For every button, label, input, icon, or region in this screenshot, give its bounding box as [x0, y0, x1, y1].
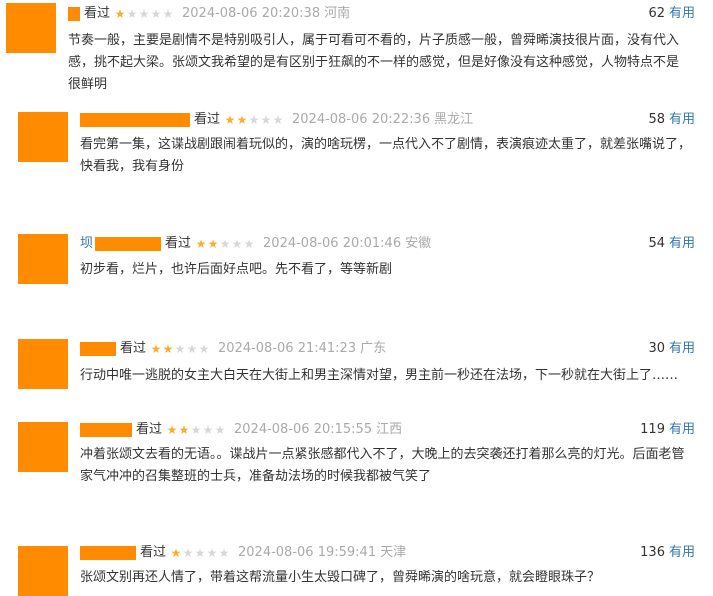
vote-block: 58 有用 [648, 111, 695, 129]
star-filled-icon: ★ [114, 7, 126, 21]
username-mask[interactable] [68, 7, 80, 21]
star-empty-icon: ★ [162, 7, 174, 21]
rating-stars: ★ ★ ★ ★ ★ [170, 547, 230, 559]
vote-block: 30 有用 [648, 340, 695, 358]
comment-meta: 看过 ★ ★ ★ ★ ★ 2024-08-06 20:15:55 江西 [80, 421, 402, 439]
star-empty-icon: ★ [260, 113, 272, 127]
comment-meta: 看过 ★ ★ ★ ★ ★ 2024-08-06 20:20:38 河南 [68, 5, 350, 23]
useful-button[interactable]: 有用 [669, 341, 695, 356]
watched-label: 看过 [140, 545, 167, 560]
avatar[interactable] [18, 339, 68, 389]
comment-time: 2024-08-06 20:22:36 [292, 112, 431, 127]
comment-meta: 看过 ★ ★ ★ ★ ★ 2024-08-06 19:59:41 天津 [80, 544, 406, 562]
star-filled-icon: ★ [207, 237, 219, 251]
star-empty-icon: ★ [218, 546, 230, 560]
username-mask[interactable] [80, 113, 190, 127]
useful-button[interactable]: 有用 [669, 422, 695, 437]
comment-time: 2024-08-06 20:01:46 [263, 236, 402, 251]
comment-meta: 看过 ★ ★ ★ ★ ★ 2024-08-06 21:41:23 广东 [80, 340, 386, 358]
star-empty-icon: ★ [248, 113, 260, 127]
star-empty-icon: ★ [243, 237, 255, 251]
vote-count: 119 [640, 422, 665, 437]
watched-label: 看过 [194, 112, 221, 127]
star-empty-icon: ★ [194, 546, 206, 560]
star-empty-icon: ★ [190, 423, 202, 437]
comment-location: 江西 [376, 422, 403, 437]
vote-count: 136 [640, 545, 665, 560]
comment-location: 黑龙江 [434, 112, 474, 127]
comment-time: 2024-08-06 21:41:23 [218, 341, 357, 356]
star-empty-icon: ★ [231, 237, 243, 251]
watched-label: 看过 [165, 236, 192, 251]
star-empty-icon: ★ [206, 546, 218, 560]
vote-block: 54 有用 [648, 235, 695, 253]
star-filled-icon: ★ [170, 546, 182, 560]
useful-button[interactable]: 有用 [669, 6, 695, 21]
comment-meta: 看过 ★ ★ ★ ★ ★ 2024-08-06 20:22:36 黑龙江 [80, 111, 473, 129]
star-empty-icon: ★ [126, 7, 138, 21]
useful-button[interactable]: 有用 [669, 236, 695, 251]
star-empty-icon: ★ [219, 237, 231, 251]
comment-text: 张颂文别再还人情了，带着这帮流量小生太毁口碑了，曾舜晞演的啥玩意，就会瞪眼珠子？ [80, 570, 601, 585]
useful-button[interactable]: 有用 [669, 112, 695, 127]
star-empty-icon: ★ [182, 546, 194, 560]
rating-stars: ★ ★ ★ ★ ★ [150, 343, 210, 355]
star-filled-icon: ★ [178, 423, 190, 437]
useful-button[interactable]: 有用 [669, 545, 695, 560]
vote-count: 30 [648, 341, 665, 356]
avatar[interactable] [18, 422, 68, 472]
vote-count: 62 [648, 6, 665, 21]
watched-label: 看过 [136, 422, 163, 437]
comment-text: 初步看，烂片，也许后面好点吧。先不看了，等等新剧 [80, 262, 393, 277]
star-filled-icon: ★ [224, 113, 236, 127]
star-filled-icon: ★ [166, 423, 178, 437]
star-empty-icon: ★ [150, 7, 162, 21]
star-filled-icon: ★ [150, 342, 162, 356]
star-empty-icon: ★ [174, 342, 186, 356]
vote-block: 62 有用 [648, 5, 695, 23]
star-filled-icon: ★ [195, 237, 207, 251]
comment-location: 天津 [380, 545, 407, 560]
vote-count: 54 [648, 236, 665, 251]
comment-location: 河南 [324, 6, 351, 21]
username-mask[interactable] [80, 423, 132, 437]
vote-count: 58 [648, 112, 665, 127]
vote-block: 119 有用 [640, 421, 695, 439]
comment-time: 2024-08-06 20:20:38 [182, 6, 321, 21]
comment-time: 2024-08-06 19:59:41 [238, 545, 377, 560]
star-filled-icon: ★ [236, 113, 248, 127]
comment-location: 广东 [360, 341, 387, 356]
star-empty-icon: ★ [186, 342, 198, 356]
vote-block: 136 有用 [640, 544, 695, 562]
watched-label: 看过 [120, 341, 147, 356]
star-empty-icon: ★ [138, 7, 150, 21]
watched-label: 看过 [84, 6, 111, 21]
username-mask[interactable] [95, 237, 162, 251]
avatar[interactable] [18, 234, 68, 284]
comment-text: 冲着张颂文去看的无语。。谍战片一点紧张感都代入不了，大晚上的去突袭还打着那么亮的… [80, 447, 685, 484]
star-filled-icon: ★ [162, 342, 174, 356]
rating-stars: ★ ★ ★ ★ ★ [166, 424, 226, 436]
rating-stars: ★ ★ ★ ★ ★ [195, 238, 255, 250]
star-empty-icon: ★ [198, 342, 210, 356]
comment-time: 2024-08-06 20:15:55 [234, 422, 373, 437]
comment-text: 节奏一般，主要是剧情不是特别吸引人，属于可看可不看的，片子质感一般，曾舜晞演技很… [68, 33, 680, 92]
star-empty-icon: ★ [214, 423, 226, 437]
comment-text: 行动中唯一逃脱的女主大白天在大街上和男主深情对望，男主前一秒还在法场，下一秒就在… [80, 368, 679, 383]
star-empty-icon: ★ [272, 113, 284, 127]
comment-location: 安徽 [405, 236, 432, 251]
star-empty-icon: ★ [202, 423, 214, 437]
rating-stars: ★ ★ ★ ★ ★ [224, 114, 284, 126]
username-mask[interactable] [80, 342, 116, 356]
rating-stars: ★ ★ ★ ★ ★ [114, 8, 174, 20]
avatar[interactable] [6, 3, 56, 53]
avatar[interactable] [18, 546, 68, 596]
comment-text: 看完第一集，这谍战剧跟闹着玩似的，演的啥玩楞，一点代入不了剧情，表演痕迹太重了，… [80, 137, 692, 174]
avatar[interactable] [18, 112, 68, 162]
username-mask[interactable] [80, 546, 136, 560]
username[interactable]: 坝 [80, 235, 93, 253]
comment-meta: 坝 看过 ★ ★ ★ ★ ★ 2024-08-06 20:01:46 安徽 [80, 235, 431, 253]
